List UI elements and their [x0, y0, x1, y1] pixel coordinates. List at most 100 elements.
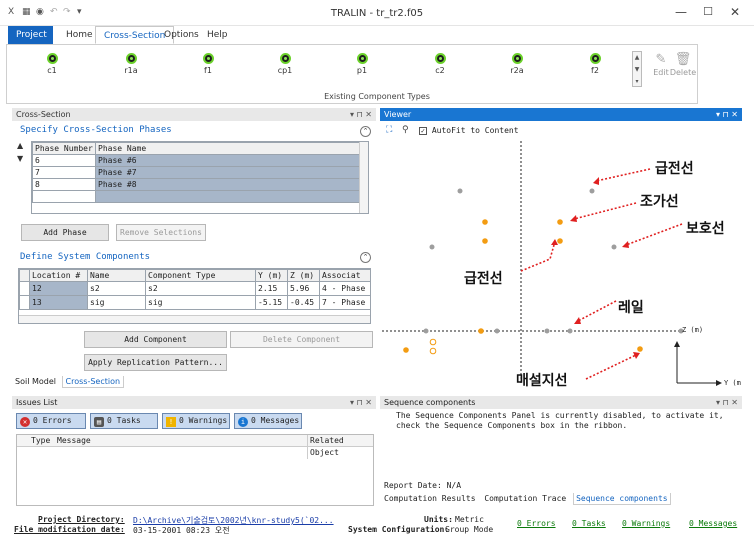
- panel-controls[interactable]: ▾ ⊓ ✕: [716, 396, 738, 409]
- component-p1[interactable]: p1: [342, 53, 382, 75]
- column-header: Name: [87, 269, 146, 282]
- component-r1a[interactable]: r1a: [111, 53, 151, 75]
- window-title: TRALIN - tr_tr2.f05: [330, 8, 424, 19]
- add-component-button[interactable]: Add Component: [84, 331, 227, 348]
- delete-component-button[interactable]: Delete Component: [230, 331, 373, 348]
- status-messages-link[interactable]: 0 Messages: [689, 519, 737, 528]
- table-row[interactable]: 7 Phase #7: [32, 166, 360, 179]
- status-tasks-link[interactable]: 0 Tasks: [572, 519, 606, 528]
- annotation-buried-ground-wire: 매설지선: [516, 373, 568, 389]
- component-icon: [511, 53, 523, 64]
- column-header: Location #: [29, 269, 88, 282]
- component-cp1[interactable]: cp1: [265, 53, 305, 75]
- component-icon: [434, 53, 446, 64]
- callout-arrow: [573, 202, 637, 220]
- messages-filter-button[interactable]: i0 Messages: [234, 413, 302, 429]
- viewer-canvas[interactable]: ⛶ ⚲ ✓ AutoFit to Content Z (m) Y (m 급전선 …: [380, 121, 742, 391]
- overhead-wire-point: [457, 188, 463, 194]
- table-row[interactable]: 6 Phase #6: [32, 154, 360, 167]
- sequence-disabled-message: The Sequence Components Panel is current…: [396, 411, 724, 430]
- status-errors-link[interactable]: 0 Errors: [517, 519, 556, 528]
- table-row[interactable]: 13 sig sig -5.15 -0.45 7 - Phase: [19, 295, 370, 310]
- table-row[interactable]: 12 s2 s2 2.15 5.96 4 - Phase: [19, 281, 370, 296]
- callout-arrowhead: [551, 239, 558, 245]
- ground-wire-point: [429, 347, 437, 355]
- apply-replication-button[interactable]: Apply Replication Pattern...: [84, 354, 227, 371]
- file-mod-label: File modification date:: [14, 525, 125, 534]
- tab-sequence-components[interactable]: Sequence components: [573, 493, 671, 505]
- callout-arrow: [520, 244, 555, 272]
- rail-point: [494, 328, 500, 334]
- close-button[interactable]: ✕: [724, 5, 746, 19]
- delete-button[interactable]: 🗑 Delete: [668, 52, 698, 77]
- status-bar: Project Directory: D:\Archive\기술검토\2002년…: [0, 512, 754, 541]
- collapse-phases-icon[interactable]: ⌃: [360, 126, 371, 137]
- annotation-messenger-wire: 조가선: [640, 194, 679, 210]
- rail-point: [567, 328, 573, 334]
- expand-gallery-icon[interactable]: ▾: [633, 76, 641, 88]
- tab-soil-model[interactable]: Soil Model: [12, 376, 59, 387]
- table-row[interactable]: [32, 190, 360, 203]
- callout-arrowhead: [570, 215, 577, 222]
- move-up-icon[interactable]: ▲: [17, 141, 29, 150]
- callout-arrowhead: [593, 177, 599, 185]
- move-down-icon[interactable]: ▼: [17, 154, 29, 163]
- callout-arrowhead: [574, 317, 581, 324]
- feeder-point: [557, 238, 563, 244]
- feeder-point: [482, 238, 488, 244]
- callout-arrow: [577, 300, 617, 322]
- component-c2[interactable]: c2: [420, 53, 460, 75]
- cross-section-panel-header: Cross-Section ▾ ⊓ ✕: [12, 108, 376, 121]
- tab-cross-section-bottom[interactable]: Cross-Section: [61, 376, 125, 388]
- table-row[interactable]: 8 Phase #8: [32, 178, 360, 191]
- panel-bottom-tabs: Soil Model Cross-Section: [12, 376, 125, 388]
- collapse-components-icon[interactable]: ⌃: [360, 252, 371, 263]
- column-header: Y (m): [255, 269, 288, 282]
- errors-filter-button[interactable]: ✕ 0 Errors: [16, 413, 86, 429]
- axis-arrow-right: [716, 380, 722, 386]
- phases-section-title: Specify Cross-Section Phases: [20, 125, 172, 135]
- component-icon: [279, 53, 291, 64]
- maximize-button[interactable]: ☐: [697, 5, 719, 18]
- panel-controls[interactable]: ▾ ⊓ ✕: [350, 108, 372, 121]
- rail-point: [544, 328, 550, 334]
- error-icon: ✕: [20, 417, 30, 427]
- feeder-point: [482, 219, 488, 225]
- panel-controls[interactable]: ▾ ⊓ ✕: [716, 108, 738, 121]
- units-label: Units:: [424, 515, 453, 524]
- remove-selections-button[interactable]: Remove Selections: [116, 224, 206, 241]
- tab-project[interactable]: Project: [8, 26, 53, 44]
- sys-config-value: Group Mode: [445, 525, 494, 534]
- scroll-up-icon[interactable]: ▲: [633, 52, 641, 64]
- overhead-wire-point: [589, 188, 595, 194]
- gallery-scrollbar[interactable]: ▲ ▼ ▾: [632, 51, 642, 87]
- tab-computation-results[interactable]: Computation Results: [382, 493, 478, 504]
- tab-help[interactable]: Help: [199, 26, 236, 44]
- column-header: Phase Number: [32, 142, 96, 155]
- component-r2a[interactable]: r2a: [497, 53, 537, 75]
- phases-scrollbar[interactable]: [359, 142, 368, 213]
- component-c1[interactable]: c1: [32, 53, 72, 75]
- add-phase-button[interactable]: Add Phase: [21, 224, 109, 241]
- status-warnings-link[interactable]: 0 Warnings: [622, 519, 670, 528]
- tab-computation-trace[interactable]: Computation Trace: [482, 493, 568, 504]
- warnings-filter-button[interactable]: ! 0 Warnings: [162, 413, 230, 429]
- y-axis-label: Y (m: [724, 379, 741, 387]
- component-f2[interactable]: f2: [575, 53, 615, 75]
- panel-controls[interactable]: ▾ ⊓ ✕: [350, 396, 372, 409]
- component-f1[interactable]: f1: [188, 53, 228, 75]
- column-header: Type: [31, 436, 51, 445]
- components-hscrollbar[interactable]: [19, 315, 370, 323]
- minimize-button[interactable]: —: [670, 5, 692, 19]
- report-date: Report Date: N/A: [384, 481, 462, 490]
- annotation-protection-wire: 보호선: [686, 221, 725, 237]
- callout-arrow: [625, 223, 683, 246]
- tasks-filter-button[interactable]: ▤ 0 Tasks: [90, 413, 158, 429]
- components-section-title: Define System Components: [20, 252, 151, 262]
- annotation-feeder-left: 급전선: [464, 271, 503, 287]
- rail-orange-point: [478, 328, 484, 334]
- warning-icon: !: [166, 417, 176, 427]
- file-mod-value: 03-15-2001 08:23 오전: [133, 526, 230, 535]
- ribbon-group-label: Existing Component Types: [324, 92, 430, 101]
- scroll-down-icon[interactable]: ▼: [633, 64, 641, 76]
